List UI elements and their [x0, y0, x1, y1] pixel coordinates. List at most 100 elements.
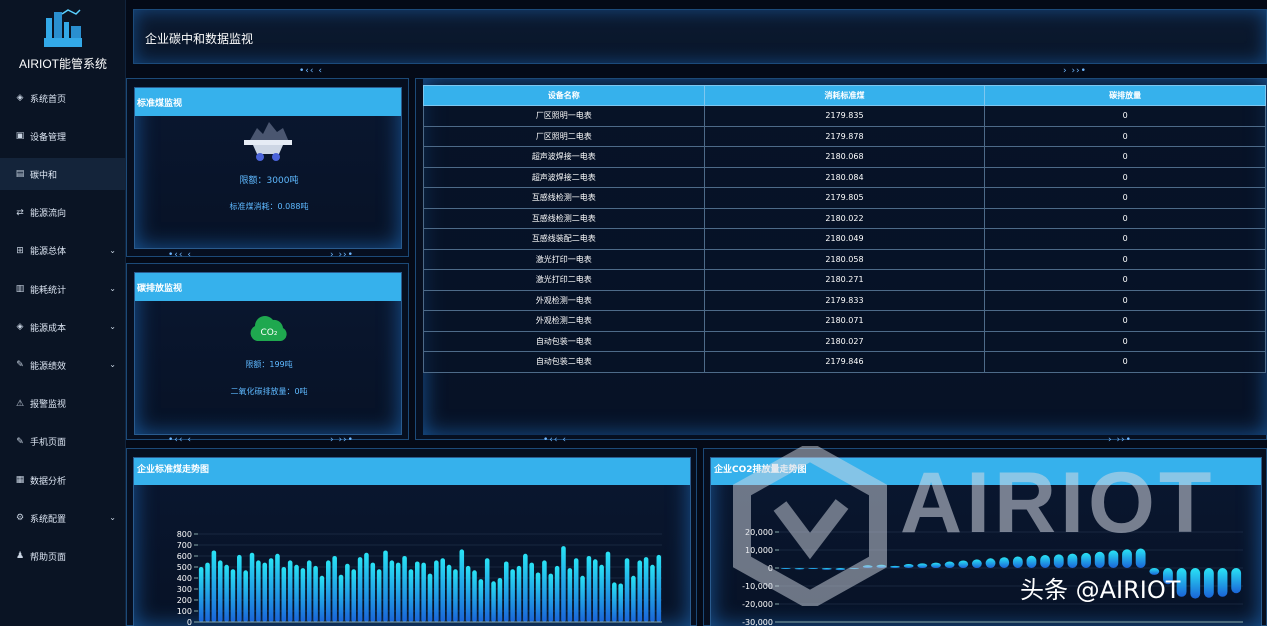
chevron-down-icon[interactable]: ⌄: [109, 246, 116, 255]
table-row[interactable]: 厂区照明一电表 2179.835 0: [423, 105, 1266, 127]
table-cell: 激光打印一电表: [423, 248, 705, 270]
coal-monitor-panel: 标准煤监视 限额：3000吨 标准煤消耗：0.088吨: [126, 78, 409, 257]
sidebar-item[interactable]: ▤ 碳中和: [0, 158, 126, 191]
col-header-device[interactable]: 设备名称: [423, 85, 705, 106]
chevron-down-icon[interactable]: ⌄: [109, 360, 116, 369]
bar: [237, 554, 242, 622]
table-row[interactable]: 互感线检测一电表 2179.805 0: [423, 187, 1266, 209]
sidebar-item[interactable]: ◈ 系统首页: [0, 82, 126, 114]
table-cell: 0: [984, 310, 1266, 332]
sidebar-item-label: 碳中和: [30, 170, 58, 181]
sidebar-item[interactable]: ✎ 手机页面: [0, 426, 126, 458]
bar: [332, 556, 337, 622]
sidebar-item[interactable]: ▣ 设备管理: [0, 120, 126, 152]
deco-arrows-left: •‹‹ ‹: [168, 435, 192, 445]
sidebar-item[interactable]: ▦ 数据分析: [0, 464, 126, 496]
coal-consumption: 标准煤消耗：0.088吨: [229, 202, 309, 211]
table-row[interactable]: 互感线检测二电表 2180.022 0: [423, 207, 1266, 229]
bar: [1081, 552, 1091, 568]
bar: [446, 564, 452, 622]
bar: [395, 562, 401, 622]
bar: [306, 560, 312, 622]
bar: [567, 568, 573, 622]
bar: [643, 557, 649, 622]
table-cell: 互感线检测一电表: [423, 187, 705, 209]
bar: [931, 562, 941, 568]
sidebar-item[interactable]: ⊞ 能源总体 ⌄: [0, 235, 126, 267]
co2-trend-title: 企业CO2排放量走势图: [711, 458, 1261, 485]
sidebar-item[interactable]: ⚠ 报警监视: [0, 388, 126, 420]
y-tick-label: 0: [187, 618, 192, 626]
table-cell: 自动包装二电表: [423, 351, 705, 373]
table-cell: 0: [984, 146, 1266, 168]
col-header-emission[interactable]: 碳排放量: [984, 85, 1266, 106]
table-cell: 0: [984, 187, 1266, 209]
y-tick-label: 100: [177, 607, 192, 616]
table-row[interactable]: 厂区照明二电表 2179.878 0: [423, 125, 1266, 147]
sidebar-item-label: 手机页面: [30, 438, 67, 449]
bar: [459, 549, 465, 622]
table-row[interactable]: 自动包装二电表 2179.846 0: [423, 351, 1266, 373]
table-cell: 2179.878: [703, 125, 986, 147]
bar: [516, 565, 522, 622]
bar: [510, 569, 515, 622]
table-cell: 0: [984, 125, 1266, 147]
bar: [780, 568, 791, 569]
bar: [656, 554, 662, 622]
bar-chart-icon: ▥: [15, 284, 25, 294]
table-row[interactable]: 互感线装配二电表 2180.049 0: [423, 228, 1266, 250]
table-cell: 2180.084: [703, 166, 986, 188]
coal-limit: 限额：3000吨: [239, 176, 299, 186]
y-tick-label: 20,000: [745, 528, 773, 537]
layers-icon: ◈: [16, 322, 24, 333]
table-row[interactable]: 激光打印二电表 2180.271 0: [423, 269, 1266, 291]
col-header-coal[interactable]: 消耗标准煤: [703, 85, 986, 106]
table-row[interactable]: 激光打印一电表 2180.058 0: [423, 248, 1266, 270]
sidebar-item[interactable]: ▥ 能耗统计 ⌄: [0, 273, 126, 305]
table-cell: 超声波焊接一电表: [423, 146, 705, 168]
bar: [1040, 555, 1051, 568]
table-row[interactable]: 超声波焊接一电表 2180.068 0: [423, 146, 1266, 168]
sidebar-item[interactable]: ♟ 帮助页面: [0, 540, 126, 572]
bar: [1231, 568, 1242, 594]
bar: [478, 579, 484, 622]
table-cell: 0: [984, 289, 1266, 311]
carbon-limit: 限额：199吨: [245, 360, 293, 369]
co2-trend-panel: 企业CO2排放量走势图 20,000 10,000 0 -10,000 -20,000 -…: [703, 448, 1267, 626]
y-tick-label: 0: [768, 564, 773, 573]
deco-arrows-right: › ››•: [1108, 435, 1132, 445]
bar: [1053, 554, 1064, 568]
sidebar-item[interactable]: ⇄ 能源流向: [0, 197, 126, 229]
coal-trend-panel: 企业标准煤走势图 800700600500400300200100010:001…: [126, 448, 697, 626]
bar: [944, 561, 955, 568]
chevron-down-icon[interactable]: ⌄: [109, 322, 116, 331]
table-row[interactable]: 超声波焊接二电表 2180.084 0: [423, 166, 1266, 188]
bar: [338, 574, 344, 622]
table-row[interactable]: 外观检测二电表 2180.071 0: [423, 310, 1266, 332]
bar: [586, 556, 592, 622]
sidebar-item[interactable]: ✎ 能源绩效 ⌄: [0, 349, 126, 381]
coal-cart-icon: [244, 122, 292, 161]
sidebar-item-label: 系统配置: [30, 514, 67, 525]
bar: [243, 570, 248, 622]
table-cell: 2180.271: [703, 269, 986, 291]
chevron-down-icon[interactable]: ⌄: [109, 284, 116, 293]
deco-arrows-right: › ››•: [1063, 66, 1087, 76]
table-cell: 2179.846: [703, 351, 986, 373]
sidebar-item[interactable]: ⚙ 系统配置 ⌄: [0, 502, 126, 534]
table-row[interactable]: 自动包装一电表 2180.027 0: [423, 330, 1266, 352]
sidebar-item-label: 数据分析: [30, 476, 67, 487]
bar: [389, 560, 395, 622]
table-cell: 0: [984, 166, 1266, 188]
table-row[interactable]: 外观检测一电表 2179.833 0: [423, 289, 1266, 311]
bar: [351, 569, 357, 622]
coal-monitor-title: 标准煤监视: [135, 88, 401, 116]
bar: [408, 569, 414, 622]
sidebar-item[interactable]: ◈ 能源成本 ⌄: [0, 311, 126, 343]
sidebar-item-label: 能源成本: [30, 323, 67, 334]
chevron-down-icon[interactable]: ⌄: [109, 513, 116, 522]
bar: [364, 552, 369, 622]
y-tick-label: -30,000: [742, 618, 773, 626]
report-icon: ▦: [15, 475, 25, 485]
bar: [256, 560, 261, 622]
